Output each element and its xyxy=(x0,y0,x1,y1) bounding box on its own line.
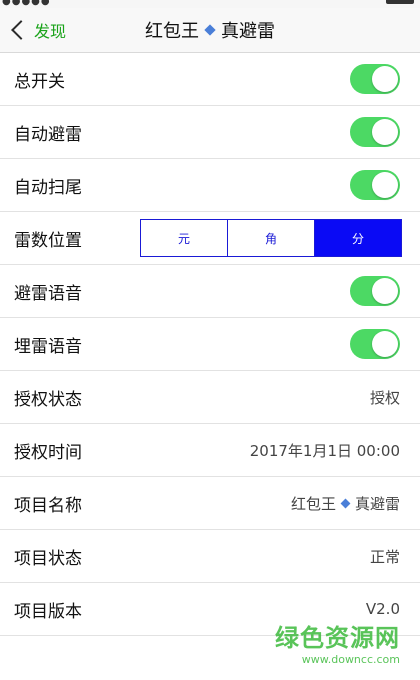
page-title-part1: 红包王 xyxy=(145,21,199,42)
master-switch-toggle[interactable] xyxy=(350,64,400,94)
row-label: 项目状态 xyxy=(14,548,82,569)
watermark: 绿色资源网 www.downcc.com xyxy=(275,626,400,665)
settings-list: 总开关 自动避雷 自动扫尾 雷数位置 元 角 分 避雷语音 埋雷语音 授权状态 … xyxy=(0,53,420,636)
page-title-part2: 真避雷 xyxy=(221,21,275,42)
segment-jiao[interactable]: 角 xyxy=(227,220,314,256)
row-label: 雷数位置 xyxy=(14,230,82,251)
row-mine-position: 雷数位置 元 角 分 xyxy=(0,212,420,265)
auto-tail-toggle[interactable] xyxy=(350,170,400,200)
row-label: 授权状态 xyxy=(14,389,82,410)
row-label: 避雷语音 xyxy=(14,283,82,304)
switch-knob xyxy=(372,66,398,92)
row-label: 授权时间 xyxy=(14,442,82,463)
diamond-icon xyxy=(204,24,216,36)
auto-avoid-toggle[interactable] xyxy=(350,117,400,147)
row-master-switch: 总开关 xyxy=(0,53,420,106)
project-name-value: 红包王 真避雷 xyxy=(291,493,400,514)
row-auth-time: 授权时间 2017年1月1日 00:00 xyxy=(0,424,420,477)
project-version-value: V2.0 xyxy=(365,600,400,618)
project-name-part1: 红包王 xyxy=(290,494,336,513)
switch-knob xyxy=(372,172,398,198)
watermark-main: 绿色资源网 xyxy=(275,624,400,652)
battery-icon xyxy=(386,0,414,4)
avoid-voice-toggle[interactable] xyxy=(350,276,400,306)
switch-knob xyxy=(372,331,398,357)
status-bar: ●●●●● xyxy=(0,0,420,8)
signal-icon: ●●●●● xyxy=(2,0,51,7)
segment-fen[interactable]: 分 xyxy=(314,220,401,256)
auth-time-value: 2017年1月1日 00:00 xyxy=(249,441,400,460)
row-avoid-voice: 避雷语音 xyxy=(0,265,420,318)
bury-voice-toggle[interactable] xyxy=(350,329,400,359)
row-project-status: 项目状态 正常 xyxy=(0,530,420,583)
segment-yuan[interactable]: 元 xyxy=(141,220,227,256)
row-label: 自动避雷 xyxy=(14,124,82,145)
row-project-name: 项目名称 红包王 真避雷 xyxy=(0,477,420,530)
row-label: 埋雷语音 xyxy=(14,336,82,357)
switch-knob xyxy=(372,119,398,145)
switch-knob xyxy=(372,278,398,304)
row-label: 项目版本 xyxy=(14,601,82,622)
row-label: 总开关 xyxy=(14,71,65,92)
row-auto-avoid: 自动避雷 xyxy=(0,106,420,159)
row-auth-status: 授权状态 授权 xyxy=(0,371,420,424)
mine-position-segmented-control: 元 角 分 xyxy=(140,219,402,257)
page-title: 红包王 真避雷 xyxy=(0,8,420,52)
watermark-url: www.downcc.com xyxy=(301,653,400,666)
row-label: 自动扫尾 xyxy=(14,177,82,198)
project-name-part2: 真避雷 xyxy=(354,494,400,513)
row-bury-voice: 埋雷语音 xyxy=(0,318,420,371)
row-label: 项目名称 xyxy=(14,495,82,516)
row-auto-tail: 自动扫尾 xyxy=(0,159,420,212)
diamond-icon xyxy=(340,498,351,508)
navigation-bar: 发现 红包王 真避雷 xyxy=(0,8,420,53)
project-status-value: 正常 xyxy=(369,547,400,566)
auth-status-value: 授权 xyxy=(369,388,400,407)
